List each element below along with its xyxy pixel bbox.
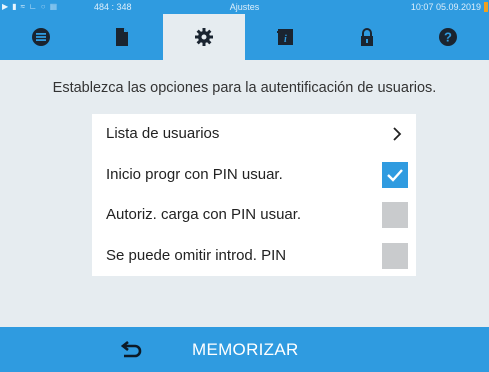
battery-icon <box>484 2 488 12</box>
status-bar: ▶ ▮ ≈ ∟ ○ ▦ 484 : 348 Ajustes 10:07 05.0… <box>0 0 489 14</box>
info-book-icon: i <box>277 29 294 45</box>
tab-protocols[interactable] <box>82 14 164 60</box>
tab-settings[interactable] <box>163 14 245 60</box>
datetime: 10:07 05.09.2019 <box>410 2 481 12</box>
option-start-with-pin: Inicio progr con PIN usuar. <box>92 155 416 196</box>
options-list: Lista de usuarios Inicio progr con PIN u… <box>92 114 416 276</box>
tab-menu[interactable] <box>0 14 82 60</box>
option-label: Inicio progr con PIN usuar. <box>106 165 283 183</box>
tab-info[interactable]: i <box>245 14 327 60</box>
svg-text:i: i <box>284 34 287 45</box>
option-load-auth-pin: Autoriz. carga con PIN usuar. <box>92 195 416 236</box>
lock-icon <box>360 28 373 46</box>
checkmark-icon <box>387 168 403 182</box>
load-auth-pin-checkbox[interactable] <box>382 202 408 228</box>
page-description: Establezca las opciones para la autentif… <box>52 80 437 96</box>
skip-pin-checkbox[interactable] <box>382 242 408 269</box>
help-icon: ? <box>439 28 458 46</box>
option-label: Autoriz. carga con PIN usuar. <box>106 206 302 223</box>
tab-lock[interactable] <box>326 14 408 60</box>
list-icon <box>31 28 50 46</box>
svg-text:?: ? <box>444 30 452 45</box>
tab-help[interactable]: ? <box>408 14 489 60</box>
start-pin-checkbox[interactable] <box>382 161 408 188</box>
back-arrow-icon <box>121 340 142 358</box>
save-label: MEMORIZAR <box>192 340 299 359</box>
option-user-list[interactable]: Lista de usuarios <box>92 114 416 155</box>
save-button[interactable]: MEMORIZAR <box>0 327 489 372</box>
gear-icon <box>194 28 213 46</box>
option-label: Lista de usuarios <box>106 125 220 142</box>
document-icon <box>116 28 129 46</box>
option-label: Se puede omitir introd. PIN <box>106 246 287 264</box>
option-skip-pin: Se puede omitir introd. PIN <box>92 236 416 277</box>
chevron-right-icon <box>393 127 402 141</box>
tab-bar: i ? <box>0 14 489 60</box>
